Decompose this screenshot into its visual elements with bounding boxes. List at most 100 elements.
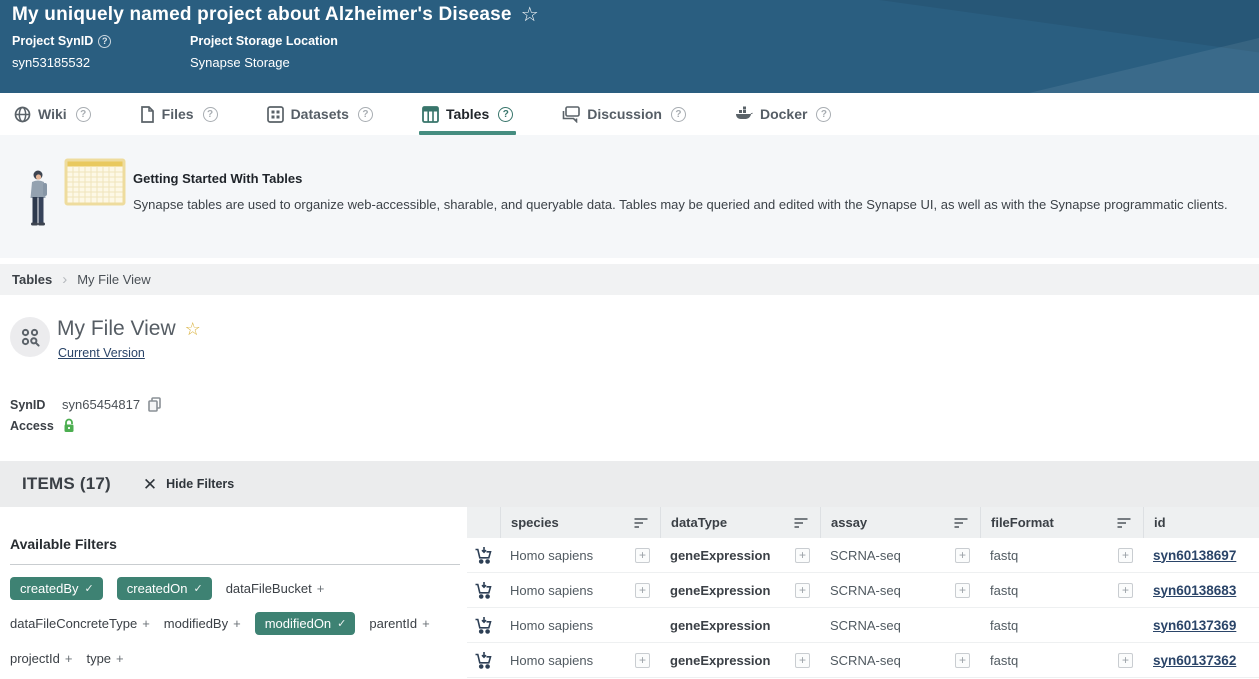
hide-filters-button[interactable]: ✕ Hide Filters bbox=[143, 476, 234, 493]
filter-option-modifiedBy[interactable]: modifiedBy+ bbox=[164, 616, 241, 631]
filter-option-type[interactable]: type+ bbox=[86, 651, 123, 666]
expand-cell-icon[interactable]: + bbox=[635, 548, 650, 563]
filter-chip-createdBy[interactable]: createdBy✓ bbox=[10, 577, 103, 600]
cell-fileFormat: fastq bbox=[990, 583, 1018, 598]
cell-assay: SCRNA-seq bbox=[830, 618, 901, 633]
help-icon[interactable]: ? bbox=[816, 107, 831, 122]
plus-icon: + bbox=[422, 616, 430, 631]
header-decor-light bbox=[1029, 38, 1259, 93]
cell-fileFormat: fastq bbox=[990, 548, 1018, 563]
cell-assay: SCRNA-seq bbox=[830, 548, 901, 563]
entity-id-link[interactable]: syn60137369 bbox=[1153, 618, 1236, 633]
plus-icon: + bbox=[233, 616, 241, 631]
filter-sort-icon bbox=[634, 517, 648, 529]
close-icon: ✕ bbox=[143, 476, 157, 493]
entity-id-link[interactable]: syn60137362 bbox=[1153, 653, 1236, 668]
cell-assay: SCRNA-seq bbox=[830, 583, 901, 598]
expand-cell-icon[interactable]: + bbox=[635, 583, 650, 598]
project-tab-bar: Wiki ? Files ? Datasets ? Tables ? bbox=[0, 93, 1259, 135]
chevron-right-icon: › bbox=[62, 271, 67, 288]
filter-option-parentId[interactable]: parentId+ bbox=[369, 616, 429, 631]
help-icon[interactable]: ? bbox=[358, 107, 373, 122]
add-to-cart-icon[interactable] bbox=[474, 651, 493, 670]
filter-chip-createdOn[interactable]: createdOn✓ bbox=[117, 577, 212, 600]
help-icon[interactable]: ? bbox=[671, 107, 686, 122]
expand-cell-icon[interactable]: + bbox=[955, 583, 970, 598]
expand-cell-icon[interactable]: + bbox=[795, 653, 810, 668]
available-filters-title: Available Filters bbox=[10, 536, 460, 565]
table-row: Homo sapiens+ geneExpression+ SCRNA-seq+… bbox=[467, 608, 1259, 643]
entity-header: My File View ☆ Current Version bbox=[0, 295, 1259, 385]
globe-icon bbox=[14, 106, 31, 123]
filter-chip-modifiedOn[interactable]: modifiedOn✓ bbox=[255, 612, 356, 635]
add-to-cart-icon[interactable] bbox=[474, 546, 493, 565]
tab-discussion[interactable]: Discussion ? bbox=[562, 93, 686, 135]
copy-icon[interactable] bbox=[148, 397, 161, 412]
tab-docker[interactable]: Docker ? bbox=[735, 93, 831, 135]
filter-option-projectId[interactable]: projectId+ bbox=[10, 651, 72, 666]
cell-dataType: geneExpression bbox=[670, 653, 770, 668]
breadcrumb: Tables › My File View bbox=[0, 264, 1259, 295]
expand-cell-icon[interactable]: + bbox=[955, 653, 970, 668]
plus-icon: + bbox=[116, 651, 124, 666]
project-synid-label: Project SynID bbox=[12, 34, 93, 48]
getting-started-title: Getting Started With Tables bbox=[133, 171, 302, 186]
chat-icon bbox=[562, 106, 580, 123]
file-icon bbox=[140, 106, 155, 123]
column-header-dataType[interactable]: dataType bbox=[660, 507, 820, 538]
file-view-icon bbox=[10, 317, 50, 357]
breadcrumb-tables-link[interactable]: Tables bbox=[12, 272, 52, 287]
expand-cell-icon[interactable]: + bbox=[955, 548, 970, 563]
plus-icon: + bbox=[142, 616, 150, 631]
cell-dataType: geneExpression bbox=[670, 583, 770, 598]
expand-cell-icon[interactable]: + bbox=[1118, 548, 1133, 563]
column-header-id[interactable]: id bbox=[1143, 507, 1259, 538]
tab-tables[interactable]: Tables ? bbox=[422, 93, 513, 135]
entity-meta: SynID syn65454817 Access bbox=[0, 385, 460, 461]
project-title: My uniquely named project about Alzheime… bbox=[12, 4, 512, 26]
add-to-cart-icon[interactable] bbox=[474, 616, 493, 635]
access-label: Access bbox=[10, 419, 56, 433]
favorite-star-icon[interactable]: ☆ bbox=[521, 5, 539, 25]
plus-icon: + bbox=[317, 581, 325, 596]
expand-cell-icon[interactable]: + bbox=[635, 653, 650, 668]
column-header-assay[interactable]: assay bbox=[820, 507, 980, 538]
project-synid-value: syn53185532 bbox=[12, 55, 111, 70]
check-icon: ✓ bbox=[337, 617, 346, 630]
add-to-cart-icon[interactable] bbox=[474, 581, 493, 600]
table-row: Homo sapiens+ geneExpression+ SCRNA-seq+… bbox=[467, 538, 1259, 573]
column-header-fileFormat[interactable]: fileFormat bbox=[980, 507, 1143, 538]
table-header-row: species dataType assay fileFormat id bbox=[467, 507, 1259, 538]
entity-id-link[interactable]: syn60138697 bbox=[1153, 548, 1236, 563]
entity-id-link[interactable]: syn60138683 bbox=[1153, 583, 1236, 598]
filter-option-dataFileConcreteType[interactable]: dataFileConcreteType+ bbox=[10, 616, 150, 631]
current-version-link[interactable]: Current Version bbox=[58, 346, 145, 360]
favorite-star-icon[interactable]: ☆ bbox=[185, 320, 201, 338]
synapse-project-page: My uniquely named project about Alzheime… bbox=[0, 0, 1259, 679]
tab-datasets[interactable]: Datasets ? bbox=[267, 93, 373, 135]
expand-cell-icon[interactable]: + bbox=[1118, 583, 1133, 598]
help-icon[interactable]: ? bbox=[203, 107, 218, 122]
filter-option-dataFileBucket[interactable]: dataFileBucket+ bbox=[226, 581, 325, 596]
tab-wiki[interactable]: Wiki ? bbox=[14, 93, 91, 135]
tab-files[interactable]: Files ? bbox=[140, 93, 218, 135]
table-row: Homo sapiens+ geneExpression+ SCRNA-seq+… bbox=[467, 573, 1259, 608]
help-icon[interactable]: ? bbox=[498, 107, 513, 122]
expand-cell-icon[interactable]: + bbox=[795, 548, 810, 563]
column-header-species[interactable]: species bbox=[500, 507, 660, 538]
plus-icon: + bbox=[65, 651, 73, 666]
cell-dataType: geneExpression bbox=[670, 548, 770, 563]
unlock-icon[interactable] bbox=[62, 418, 76, 433]
help-icon[interactable]: ? bbox=[76, 107, 91, 122]
cell-fileFormat: fastq bbox=[990, 653, 1018, 668]
table-icon bbox=[422, 106, 439, 123]
help-icon[interactable]: ? bbox=[98, 35, 111, 48]
grid-icon bbox=[267, 106, 284, 123]
synid-value: syn65454817 bbox=[62, 397, 140, 412]
expand-cell-icon[interactable]: + bbox=[795, 583, 810, 598]
expand-cell-icon[interactable]: + bbox=[1118, 653, 1133, 668]
project-header: My uniquely named project about Alzheime… bbox=[0, 0, 1259, 93]
available-filters-panel: Available Filters createdBy✓ createdOn✓ … bbox=[10, 536, 460, 670]
cell-assay: SCRNA-seq bbox=[830, 653, 901, 668]
storage-location-label: Project Storage Location bbox=[190, 34, 338, 48]
